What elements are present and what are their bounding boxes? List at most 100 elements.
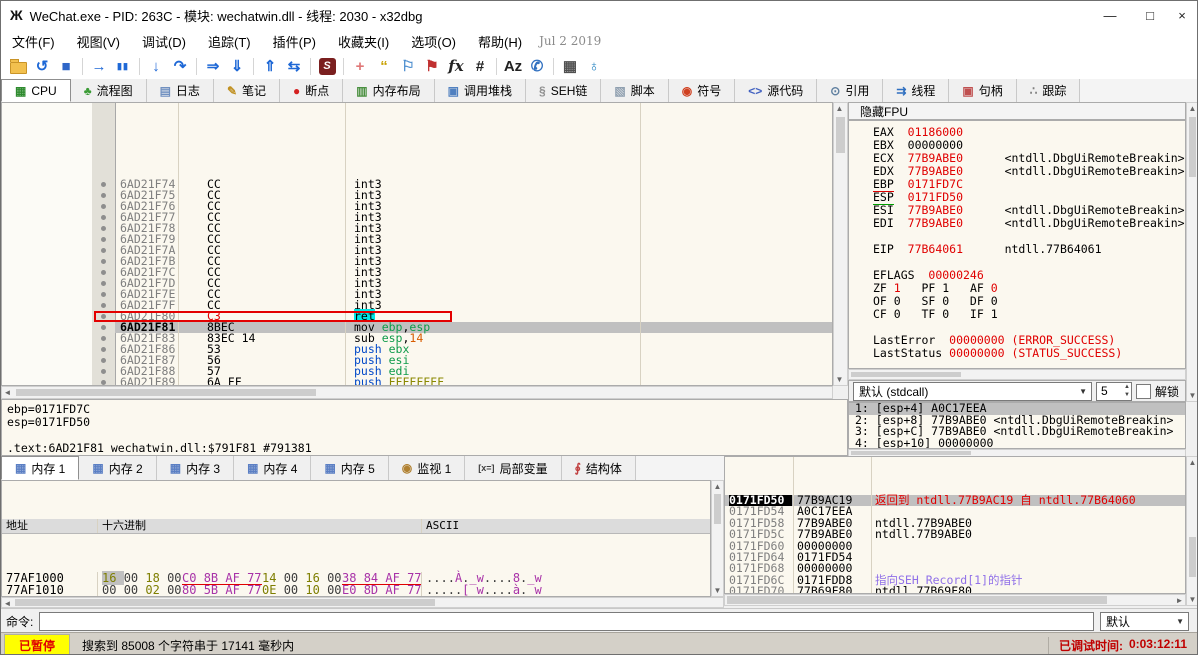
calculator-icon[interactable]: ▦ [558,55,582,77]
breakpoint-dot-icon[interactable] [101,215,106,220]
breakpoint-dot-icon[interactable] [101,336,106,341]
tab-cpu[interactable]: ▦CPU [1,79,71,102]
disasm-vertical-scrollbar[interactable]: ▲▼ [833,102,848,386]
tab-source[interactable]: <>源代码 [735,79,817,102]
stack-arguments-panel[interactable]: 1: [esp+4] A0C17EEA2: [esp+8] 77B9ABE0 <… [848,402,1186,449]
strings-icon[interactable]: Az [501,55,525,77]
tab-graph[interactable]: ♣流程图 [71,79,147,102]
tab-script[interactable]: ▧脚本 [601,79,668,102]
register-line[interactable]: LastStatus 00000000 (STATUS_SUCCESS) [849,347,1185,360]
disasm-row[interactable]: 6AD21F896A FFpush FFFFFFFF [2,377,832,386]
breakpoint-dot-icon[interactable] [101,325,106,330]
stack-row[interactable]: 0171FD7077B69F80ntdll.77B69F80 [725,586,1185,594]
bookmark-icon[interactable]: ⚑ [420,55,444,77]
disasm-horizontal-scrollbar[interactable]: ◄ [1,386,833,399]
breakpoint-dot-icon[interactable] [101,248,106,253]
breakpoint-dot-icon[interactable] [101,237,106,242]
menu-item[interactable]: 追踪(T) [197,30,262,53]
menu-item[interactable]: 视图(V) [66,30,131,53]
globe-icon[interactable]: ♁ [582,55,606,77]
register-line[interactable] [849,360,1185,369]
breakpoint-dot-icon[interactable] [101,182,106,187]
menu-item[interactable]: 收藏夹(I) [327,30,400,53]
breakpoint-dot-icon[interactable] [101,358,106,363]
tab-handles[interactable]: ▣句柄 [949,79,1016,102]
run-to-user-code-icon[interactable]: ⇑ [258,55,282,77]
register-line[interactable]: EDI 77B9ABE0 <ntdll.DbgUiRemoteBreakin> [849,217,1185,230]
register-line[interactable]: EIP 77B64061 ntdll.77B64061 [849,243,1185,256]
menu-item[interactable]: 文件(F) [1,30,66,53]
step-out-icon[interactable]: ⇓ [225,55,249,77]
dump-tab-内存 4[interactable]: ▦内存 4 [234,456,311,480]
step-over-icon[interactable]: ↷ [168,55,192,77]
memory-dump-panel[interactable]: 地址 十六进制 ASCII 77AF100016 00 18 00C0 8B A… [1,480,711,597]
dump-tab-局部变量[interactable]: [x=]局部变量 [465,456,561,480]
registers-panel[interactable]: EAX 01186000EBX 00000000ECX 77B9ABE0 <nt… [848,120,1186,369]
dump-vertical-scrollbar[interactable]: ▲▼ [711,480,724,597]
attach-icon[interactable]: ⇆ [282,55,306,77]
register-line[interactable]: CF 0 TF 0 IF 1 [849,308,1185,321]
dump-tab-内存 5[interactable]: ▦内存 5 [311,456,388,480]
stack-vertical-scrollbar[interactable]: ▲▼ [1186,456,1198,606]
disassembly-panel[interactable]: 6AD21F74CCint36AD21F75CCint36AD21F76CCin… [1,102,833,386]
dump-tab-结构体[interactable]: ∮结构体 [562,456,636,480]
tab-threads[interactable]: ⇉线程 [883,79,949,102]
breakpoint-dot-icon[interactable] [101,281,106,286]
menu-item[interactable]: 帮助(H) [467,30,533,53]
breakpoint-dot-icon[interactable] [101,380,106,385]
menu-item[interactable]: 调试(D) [131,30,197,53]
function-icon[interactable]: fx [444,55,468,77]
tab-trace[interactable]: ∴跟踪 [1017,79,1081,102]
stack-row[interactable]: 0171FD5077B9AC19返回到 ntdll.77B9AC19 自 ntd… [725,495,1185,506]
tab-breakpoints[interactable]: ●断点 [280,79,343,102]
argument-row[interactable]: 4: [esp+10] 00000000 [849,438,1185,450]
comment-icon[interactable]: “ [372,55,396,77]
unlock-checkbox[interactable] [1136,384,1151,399]
patch-icon[interactable]: + [348,55,372,77]
dump-horizontal-scrollbar[interactable]: ◄ [1,597,724,608]
stack-row[interactable]: 0171FD6000000000 [725,541,1185,552]
registers-horizontal-scrollbar[interactable] [848,369,1186,380]
dump-tab-内存 1[interactable]: ▦内存 1 [1,456,79,480]
dump-tab-内存 3[interactable]: ▦内存 3 [157,456,234,480]
dump-tab-监视 1[interactable]: ◉监视 1 [389,456,466,480]
run-icon[interactable]: → [87,55,111,77]
menu-item[interactable]: 插件(P) [262,30,327,53]
open-file-icon[interactable] [6,55,30,77]
hide-fpu-button[interactable]: 隐藏FPU [848,102,1186,120]
stop-icon[interactable]: ■ [54,55,78,77]
phone-icon[interactable]: ✆ [525,55,549,77]
arg-count-stepper[interactable]: 5 ▲▼ [1096,382,1132,401]
close-button[interactable]: × [1159,1,1198,29]
command-profile-select[interactable]: 默认 ▼ [1100,612,1189,631]
breakpoint-dot-icon[interactable] [101,204,106,209]
step-into-icon[interactable]: ↓ [144,55,168,77]
breakpoint-dot-icon[interactable] [101,270,106,275]
execute-till-return-icon[interactable]: ⇒ [201,55,225,77]
breakpoint-dot-icon[interactable] [101,369,106,374]
tab-memmap[interactable]: ▥内存布局 [343,79,434,102]
registers-vertical-scrollbar[interactable]: ▲▼ [1186,102,1198,402]
menu-item[interactable]: 选项(O) [400,30,467,53]
breakpoint-dot-icon[interactable] [101,347,106,352]
tab-notes[interactable]: ✎笔记 [214,79,280,102]
stack-row[interactable]: 0171FD640171FD54 [725,552,1185,563]
breakpoint-dot-icon[interactable] [101,226,106,231]
breakpoint-dot-icon[interactable] [101,259,106,264]
tab-seh[interactable]: §SEH链 [526,79,601,102]
stack-row[interactable]: 0171FD5C77B9ABE0ntdll.77B9ABE0 [725,529,1185,540]
tab-log[interactable]: ▤日志 [147,79,214,102]
tab-symbols[interactable]: ◉符号 [669,79,736,102]
pause-icon[interactable]: ▮▮ [111,55,135,77]
tab-callstack[interactable]: ▣调用堆栈 [435,79,526,102]
calling-convention-select[interactable]: 默认 (stdcall) ▼ [853,382,1092,401]
command-input[interactable] [39,612,1094,631]
breakpoint-dot-icon[interactable] [101,292,106,297]
settings-icon[interactable]: S [315,55,339,77]
label-icon[interactable]: ⚐ [396,55,420,77]
breakpoint-dot-icon[interactable] [101,303,106,308]
tab-references[interactable]: ⊙引用 [817,79,883,102]
restart-icon[interactable]: ↺ [30,55,54,77]
stack-panel[interactable]: 0171FD5077B9AC19返回到 ntdll.77B9AC19 自 ntd… [724,456,1186,594]
breakpoint-dot-icon[interactable] [101,193,106,198]
